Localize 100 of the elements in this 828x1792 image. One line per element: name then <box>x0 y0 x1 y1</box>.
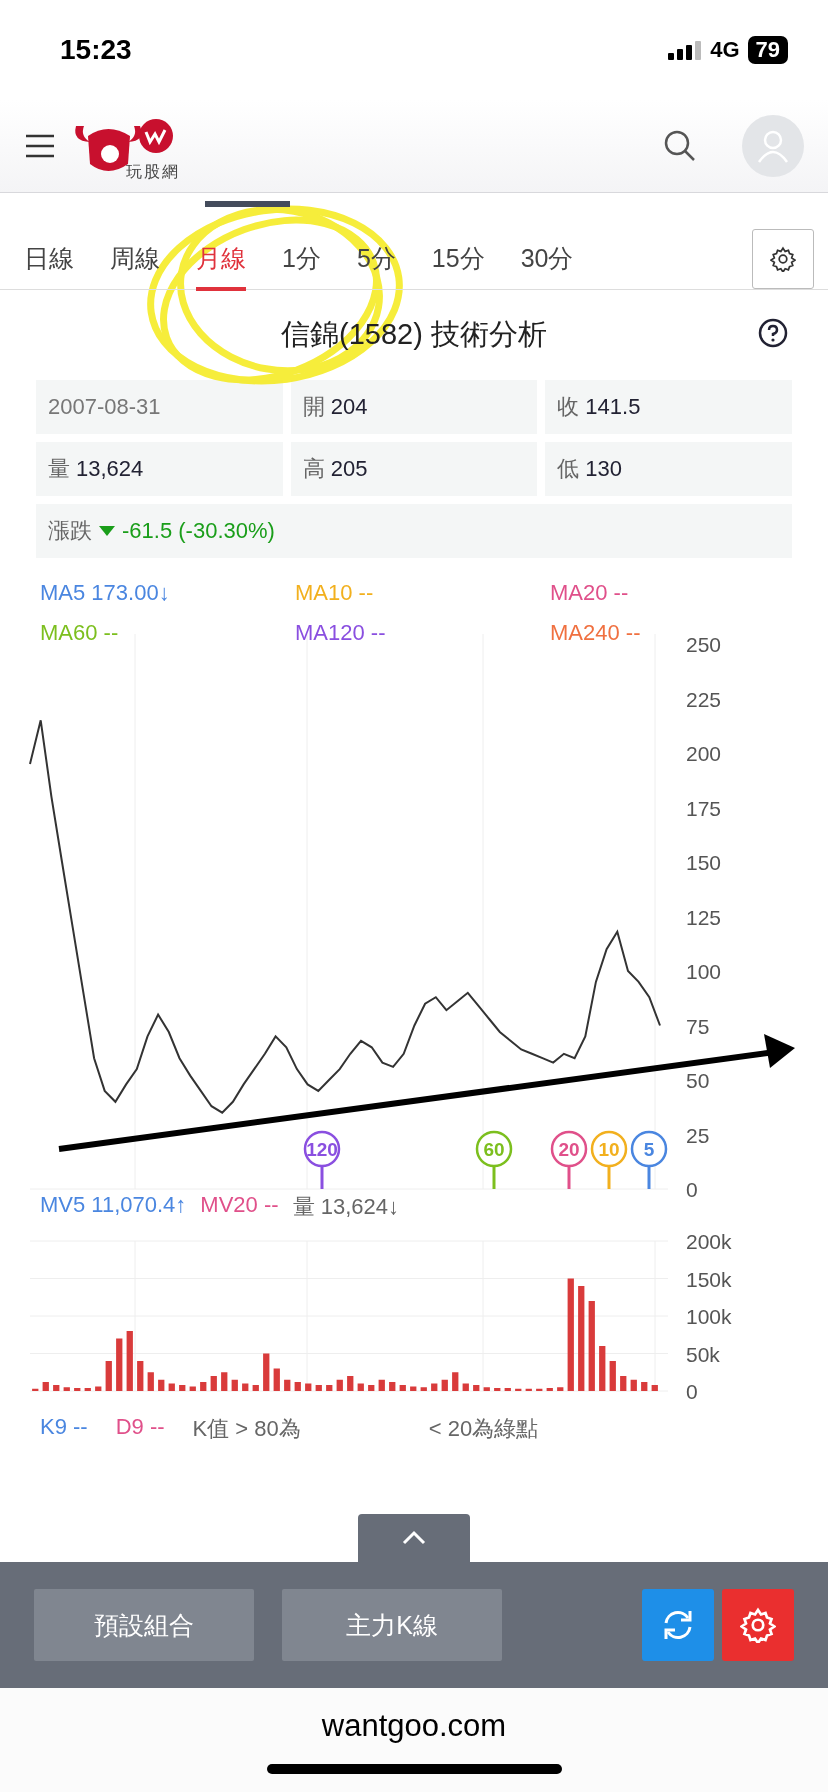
volume-bar <box>368 1385 375 1391</box>
volume-bar <box>116 1338 123 1391</box>
gear-icon <box>770 246 796 272</box>
volume-bar <box>273 1368 280 1391</box>
volume-bar <box>179 1385 186 1391</box>
volume-bar <box>95 1386 102 1391</box>
volume-bar <box>399 1385 406 1391</box>
axis-label: 0 <box>686 1178 698 1201</box>
volume-legend-item: MV20 -- <box>200 1192 279 1219</box>
axis-label: 125 <box>686 905 722 929</box>
volume-bar <box>483 1387 490 1391</box>
axis-label: 225 <box>686 687 722 711</box>
period-tab[interactable]: 1分 <box>282 227 321 291</box>
volume-bar <box>620 1376 627 1391</box>
volume-bar <box>189 1386 196 1391</box>
axis-label: 250 <box>686 633 722 656</box>
axis-label: 25 <box>686 1123 710 1147</box>
volume-bar <box>74 1388 81 1391</box>
volume-bar <box>305 1383 312 1391</box>
logo-text: 玩股網 <box>126 161 180 182</box>
volume-bar <box>357 1383 364 1391</box>
volume-bar <box>84 1388 91 1391</box>
settings-button[interactable] <box>752 229 814 289</box>
period-tab[interactable]: 30分 <box>520 227 574 291</box>
gear-icon <box>740 1607 776 1643</box>
volume-bar <box>326 1385 333 1391</box>
axis-label: 100 <box>686 960 722 983</box>
volume-bar <box>536 1388 543 1391</box>
volume-bar <box>347 1376 354 1391</box>
period-tab[interactable]: 月線 <box>196 227 246 291</box>
volume-bar <box>389 1382 396 1391</box>
kd-legend-item: D9 -- <box>115 1414 165 1441</box>
quote-cell: 高 205 <box>290 442 538 496</box>
volume-bar <box>126 1331 133 1391</box>
ma-legend-item: MA60 -- <box>40 620 119 646</box>
volume-bar <box>431 1383 438 1391</box>
volume-bar <box>53 1385 60 1391</box>
axis-label: 50k <box>686 1342 720 1366</box>
menu-icon[interactable] <box>24 134 56 158</box>
kd-legend-item: < 20為綠點 <box>428 1415 539 1443</box>
volume-bar <box>557 1387 564 1391</box>
kd-legend-item: K值 > 80為 <box>192 1415 301 1443</box>
volume-bar <box>42 1382 49 1391</box>
quote-cell: 收 141.5 <box>545 380 792 434</box>
volume-bar <box>63 1387 70 1391</box>
period-tab[interactable]: 15分 <box>431 227 485 291</box>
volume-bar <box>284 1379 291 1391</box>
volume-bar <box>210 1376 217 1391</box>
volume-bar <box>200 1382 207 1391</box>
volume-bar <box>336 1379 343 1391</box>
volume-bar <box>473 1385 480 1391</box>
volume-bar <box>32 1388 39 1391</box>
ma-legend-item: MA20 -- <box>550 580 629 606</box>
volume-bar <box>105 1361 112 1391</box>
caret-icon <box>401 1530 427 1546</box>
kd-legend-item: K9 -- <box>40 1414 88 1441</box>
volume-bar <box>651 1385 658 1391</box>
axis-label: 200 <box>686 742 722 765</box>
volume-bar <box>294 1382 301 1391</box>
url-text: wantgoo.com <box>321 1708 507 1744</box>
volume-bar <box>441 1379 448 1391</box>
network-label: 4G <box>710 37 740 63</box>
volume-bar <box>641 1382 648 1391</box>
period-tab[interactable]: 日線 <box>24 227 74 291</box>
axis-label: 175 <box>686 796 722 820</box>
volume-bar <box>504 1388 511 1391</box>
volume-bar <box>494 1388 501 1391</box>
volume-bar <box>378 1379 385 1391</box>
volume-bar <box>515 1388 522 1391</box>
ma-legend-item: MA240 -- <box>550 620 641 646</box>
ma-legend-item: MA10 -- <box>295 580 374 606</box>
axis-label: 100k <box>686 1305 732 1328</box>
volume-bar <box>147 1372 154 1391</box>
volume-legend-item: 量 13,624↓ <box>292 1193 399 1221</box>
axis-label: 200k <box>686 1230 732 1253</box>
volume-bar <box>546 1388 553 1391</box>
volume-legend-item: MV5 11,070.4↑ <box>40 1192 187 1219</box>
period-tab[interactable]: 周線 <box>110 227 160 291</box>
battery-level: 79 <box>747 36 788 64</box>
volume-bar <box>168 1383 175 1391</box>
change-cell: 漲跌 -61.5 (-30.30%) <box>36 504 792 558</box>
preset-button[interactable]: 預設組合 <box>34 1589 254 1661</box>
refresh-button[interactable] <box>642 1589 714 1661</box>
volume-bar <box>525 1388 532 1391</box>
preset-button[interactable]: 主力K線 <box>282 1589 502 1661</box>
volume-bar <box>599 1346 606 1391</box>
volume-bar <box>462 1383 469 1391</box>
axis-label: 150 <box>686 851 722 874</box>
quote-cell: 開 204 <box>290 380 538 434</box>
volume-bar <box>221 1372 228 1391</box>
volume-bar <box>630 1379 637 1391</box>
status-time: 15:23 <box>60 34 132 66</box>
axis-label: 75 <box>686 1014 710 1038</box>
help-icon[interactable] <box>758 318 788 348</box>
volume-bar <box>231 1379 238 1391</box>
axis-label: 0 <box>686 1380 698 1403</box>
volume-bar <box>609 1361 616 1391</box>
volume-bar <box>420 1387 427 1391</box>
volume-bar <box>158 1379 165 1391</box>
volume-bar <box>410 1386 417 1391</box>
